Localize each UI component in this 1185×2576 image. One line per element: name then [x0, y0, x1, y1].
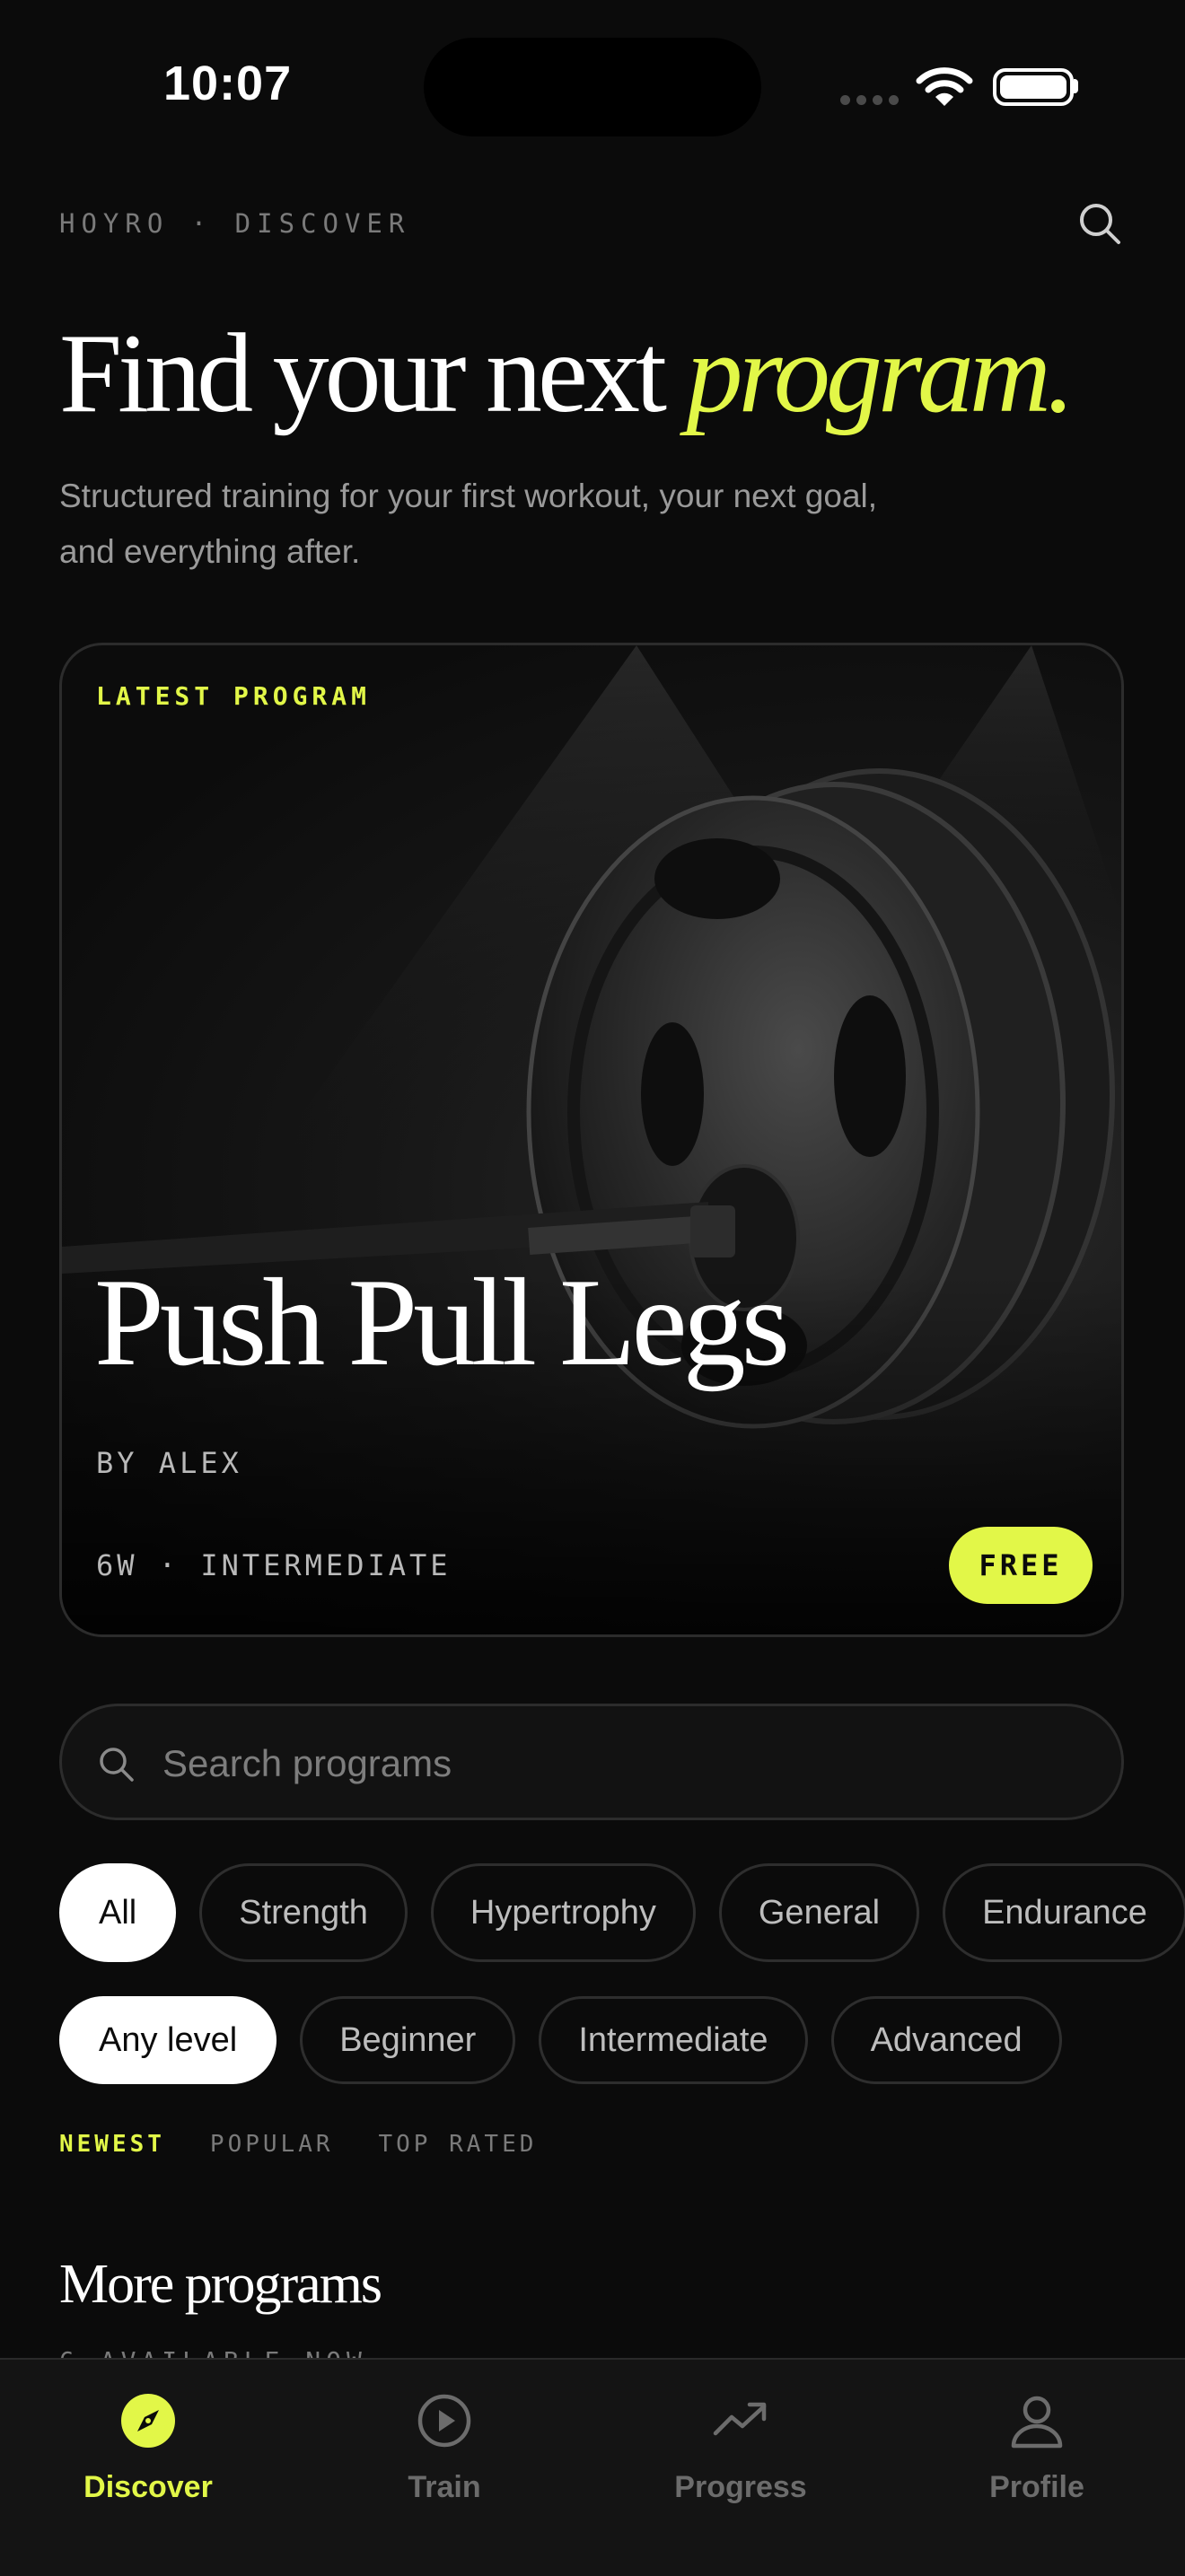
chip-hypertrophy[interactable]: Hypertrophy: [430, 1863, 696, 1962]
search-bar[interactable]: [59, 1704, 1124, 1820]
breadcrumb: HOYRO · DISCOVER: [59, 208, 411, 239]
featured-meta: 6W · INTERMEDIATE: [96, 1548, 452, 1582]
featured-tag: LATEST PROGRAM: [96, 681, 372, 711]
search-icon[interactable]: [1075, 199, 1126, 254]
sort-options: NEWEST POPULAR TOP RATED: [59, 2131, 537, 2158]
featured-title: Push Pull Legs: [94, 1253, 790, 1392]
page-title-accent: program.: [686, 311, 1075, 436]
chip-endurance[interactable]: Endurance: [943, 1863, 1185, 1962]
compass-icon: [121, 2394, 175, 2448]
category-filter-row: All Strength Hypertrophy General Enduran…: [59, 1863, 1185, 1962]
wifi-icon: [916, 66, 973, 112]
chip-any-level[interactable]: Any level: [59, 1996, 277, 2084]
search-input[interactable]: [161, 1730, 1080, 1798]
featured-program-card[interactable]: LATEST PROGRAM Push Pull Legs BY ALEX 6W…: [59, 643, 1124, 1637]
level-filter-row: Any level Beginner Intermediate Advanced: [59, 1996, 1062, 2084]
dynamic-island: [424, 38, 761, 136]
tab-bar: Discover Train Progress Profile: [0, 2358, 1185, 2576]
tab-label: Progress: [674, 2470, 807, 2504]
play-circle-icon: [417, 2394, 471, 2448]
page-title-plain: Find your next: [59, 311, 687, 436]
status-time: 10:07: [163, 57, 293, 110]
cellular-signal-icon: [840, 93, 905, 110]
battery-cap: [1074, 79, 1078, 93]
price-badge: FREE: [949, 1527, 1093, 1604]
page-subtitle: Structured training for your first worko…: [59, 478, 878, 570]
tab-label: Train: [408, 2470, 481, 2504]
chip-all[interactable]: All: [59, 1863, 177, 1962]
tab-progress[interactable]: Progress: [592, 2392, 889, 2505]
sort-newest[interactable]: NEWEST: [59, 2131, 165, 2158]
tab-profile[interactable]: Profile: [889, 2392, 1185, 2505]
chip-beginner[interactable]: Beginner: [300, 1996, 516, 2084]
sort-popular[interactable]: POPULAR: [210, 2131, 334, 2158]
chip-general[interactable]: General: [718, 1863, 920, 1962]
featured-author: BY ALEX: [96, 1446, 242, 1480]
search-icon: [96, 1744, 137, 1790]
chip-intermediate[interactable]: Intermediate: [539, 1996, 808, 2084]
page-title: Find your next program.: [59, 316, 1075, 433]
trend-up-icon: [713, 2402, 767, 2436]
chip-strength[interactable]: Strength: [199, 1863, 408, 1962]
barbell-plate-image: [62, 645, 1121, 1634]
sort-top-rated[interactable]: TOP RATED: [379, 2131, 538, 2158]
section-title: More programs: [59, 2254, 382, 2315]
tab-label: Discover: [83, 2470, 213, 2504]
tab-discover[interactable]: Discover: [0, 2392, 296, 2505]
tab-label: Profile: [989, 2470, 1084, 2504]
chip-advanced[interactable]: Advanced: [830, 1996, 1062, 2084]
tab-train[interactable]: Train: [296, 2392, 592, 2505]
person-icon: [1011, 2396, 1063, 2449]
battery-icon: [993, 68, 1074, 106]
